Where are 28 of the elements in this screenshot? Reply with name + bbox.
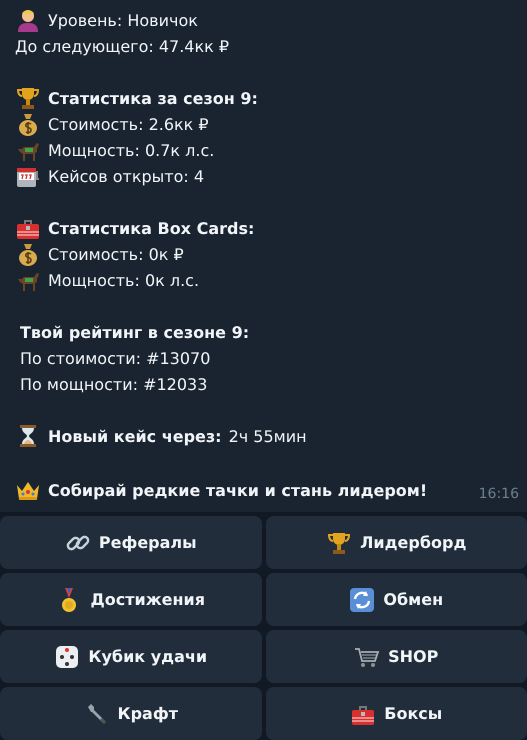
section-title: Твой рейтинг в сезоне 9: — [20, 322, 250, 342]
stat-text: Стоимость: 2.6кк ₽ — [48, 114, 209, 134]
next-level-text: До следующего: 47.4кк ₽ — [15, 36, 230, 56]
stat-text: Кейсов открыто: 4 — [48, 166, 204, 186]
person-icon — [15, 7, 41, 33]
keyboard-button[interactable]: Боксы — [266, 687, 527, 740]
trophy-icon — [15, 85, 41, 111]
timer-value: 2ч 55мин — [228, 426, 307, 446]
keyboard-button[interactable]: Рефералы — [0, 516, 262, 569]
keyboard-button[interactable]: Лидерборд — [266, 516, 527, 569]
rating-text: По стоимости: #13070 — [20, 348, 210, 368]
keyboard-button[interactable]: Обмен — [266, 573, 527, 626]
stat-text: Мощность: 0к л.с. — [48, 270, 200, 290]
timer-label: Новый кейс через: — [48, 426, 222, 446]
keyboard-button[interactable]: Кубик удачи — [0, 630, 262, 683]
stat-text: Мощность: 0.7к л.с. — [48, 140, 214, 160]
section-title: Статистика Box Cards: — [48, 218, 254, 238]
refresh-icon — [349, 586, 376, 612]
level-text: Уровень: Новичок — [48, 10, 198, 30]
dice-icon — [54, 644, 80, 670]
keyboard-button[interactable]: Достижения — [0, 573, 262, 626]
section-title: Статистика за сезон 9: — [48, 88, 258, 108]
message-time: 16:16 — [478, 486, 519, 502]
stat-text: Стоимость: 0к ₽ — [48, 244, 184, 264]
keyboard-button[interactable]: SHOP — [266, 630, 527, 683]
keyboard-button[interactable]: Крафт — [0, 687, 262, 740]
motto-text: Собирай редкие тачки и стань лидером! — [48, 480, 428, 500]
rating-text: По мощности: #12033 — [20, 374, 208, 394]
